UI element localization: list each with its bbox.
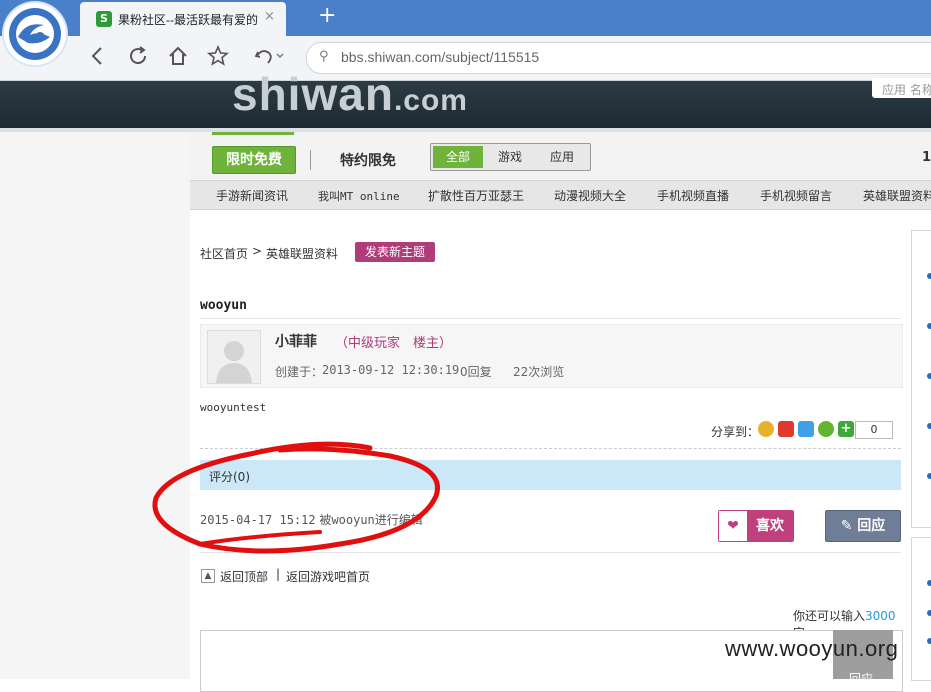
category-nav: 限时免费 特约限免 全部 游戏 应用 16 手游新闻资讯 我叫MT online… xyxy=(190,132,931,210)
reply-button[interactable]: ✎ 回应 xyxy=(825,510,901,542)
share-tencent-icon[interactable] xyxy=(798,421,814,437)
back-to-top-link[interactable]: 返回顶部 xyxy=(220,568,268,585)
rating-bar: 评分(0) xyxy=(200,460,901,490)
back-to-board-link[interactable]: 返回游戏吧首页 xyxy=(286,568,370,585)
like-label: 喜欢 xyxy=(747,511,793,541)
nav-link-live[interactable]: 手机视频直播 xyxy=(657,187,729,204)
sidebar-bullet-icon xyxy=(927,580,931,586)
tab-title: 果粉社区--最活跃最有爱的 xyxy=(118,13,258,27)
browser-tab[interactable]: S 果粉社区--最活跃最有爱的 × xyxy=(80,2,286,36)
share-weibo-icon[interactable] xyxy=(778,421,794,437)
back-arrow-icon[interactable] xyxy=(86,44,110,73)
breadcrumb-board-link[interactable]: 英雄联盟资料 xyxy=(266,245,338,262)
reply-count: 0回复 xyxy=(460,365,492,379)
site-header: shiwan.com 应用 名称 xyxy=(0,68,931,128)
arrow-up-icon: ▲ xyxy=(201,569,215,583)
nav-link-arthur[interactable]: 扩散性百万亚瑟王 xyxy=(428,187,524,204)
created-label: 创建于： xyxy=(275,365,324,379)
sidebar-panel-2 xyxy=(911,537,931,681)
site-logo-suffix: .com xyxy=(393,84,468,117)
url-text[interactable]: bbs.shiwan.com/subject/115515 xyxy=(341,49,539,65)
site-info-icon[interactable]: ⚲ xyxy=(319,49,329,64)
reply-label: 回应 xyxy=(857,518,886,534)
thread-title: wooyun xyxy=(200,298,247,313)
edit-user: wooyun xyxy=(331,513,375,527)
share-more-icon[interactable]: + xyxy=(838,421,854,437)
site-favicon-icon: S xyxy=(96,11,112,27)
sidebar-bullet-icon xyxy=(927,373,931,379)
view-count: 22次浏览 xyxy=(513,365,565,379)
heart-icon: ❤ xyxy=(719,511,747,541)
share-qzone-icon[interactable] xyxy=(758,421,774,437)
edit-time: 2015-04-17 15:12 xyxy=(200,513,316,527)
created-time: 2013-09-12 12:30:19 xyxy=(322,363,460,377)
author-info: 小菲菲 （中级玩家 楼主） 创建于： 2013-09-12 12:30:19 0… xyxy=(200,324,903,388)
nav-link-anime[interactable]: 动漫视频大全 xyxy=(554,187,626,204)
star-bookmark-icon[interactable] xyxy=(206,44,230,73)
reload-icon[interactable] xyxy=(126,44,150,73)
left-background xyxy=(0,132,190,679)
green-accent-bar xyxy=(212,132,294,135)
category-segmented-control: 全部 游戏 应用 xyxy=(430,143,591,171)
edit-by: 被 xyxy=(319,513,332,527)
sidebar-bullet-icon xyxy=(927,273,931,279)
limited-free-button[interactable]: 限时免费 xyxy=(212,146,296,174)
edit-suffix: 进行编辑 xyxy=(374,513,423,527)
nav-link-news[interactable]: 手游新闻资讯 xyxy=(216,187,288,204)
watermark: www.wooyun.org xyxy=(725,636,899,661)
rating-text[interactable]: 评分(0) xyxy=(209,468,250,485)
share-chat-icon[interactable] xyxy=(818,421,834,437)
site-logo[interactable]: shiwan.com xyxy=(232,67,468,121)
breadcrumb-separator: > xyxy=(252,244,263,258)
breadcrumb-home-link[interactable]: 社区首页 xyxy=(200,245,248,262)
dashed-divider xyxy=(200,448,901,449)
author-rank: （中级玩家 楼主） xyxy=(335,336,453,351)
sidebar-bullet-icon xyxy=(927,323,931,329)
nav-link-lol[interactable]: 英雄联盟资料 xyxy=(863,187,931,204)
thread-main: 社区首页 > 英雄联盟资料 发表新主题 wooyun 小菲菲 （中级玩家 楼主）… xyxy=(190,218,903,692)
pencil-icon: ✎ xyxy=(840,518,858,534)
tab-close-icon[interactable]: × xyxy=(264,9,275,24)
sidebar-bullet-icon xyxy=(927,610,931,616)
nav-link-mt-online[interactable]: 我叫MT online xyxy=(318,188,400,204)
site-logo-main: shiwan xyxy=(232,68,394,120)
new-tab-button[interactable]: + xyxy=(318,3,336,29)
share-label: 分享到： xyxy=(711,425,760,439)
segment-games[interactable]: 游戏 xyxy=(485,146,535,168)
app-search-input[interactable]: 应用 名称 xyxy=(872,78,931,98)
footer-separator: | xyxy=(276,567,281,581)
sidebar-bullet-icon xyxy=(927,638,931,644)
nav-link-comments[interactable]: 手机视频留言 xyxy=(760,187,832,204)
author-name[interactable]: 小菲菲 xyxy=(275,331,317,351)
edit-note: 2015-04-17 15:12 被wooyun进行编辑 xyxy=(200,511,423,528)
sidebar-bullet-icon xyxy=(927,423,931,429)
remain-prefix: 你还可以输入 xyxy=(793,609,866,623)
post-body: wooyuntest xyxy=(200,401,267,414)
app-search-placeholder: 应用 名称 xyxy=(882,83,931,97)
nav-divider xyxy=(310,150,311,170)
footer-divider xyxy=(200,552,901,553)
browser-logo-icon[interactable] xyxy=(4,3,66,65)
like-button[interactable]: ❤ 喜欢 xyxy=(718,510,794,542)
nav-count: 16 xyxy=(922,150,931,165)
avatar[interactable] xyxy=(207,330,261,384)
sidebar-panel xyxy=(911,230,931,528)
sidebar-bullet-icon xyxy=(927,473,931,479)
new-topic-button[interactable]: 发表新主题 xyxy=(355,242,435,262)
topic-link-bar: 手游新闻资讯 我叫MT online 扩散性百万亚瑟王 动漫视频大全 手机视频直… xyxy=(190,180,931,210)
share-count: 0 xyxy=(855,421,893,439)
remain-count: 3000 xyxy=(865,609,896,623)
segment-all[interactable]: 全部 xyxy=(433,146,483,168)
segment-apps[interactable]: 应用 xyxy=(537,146,587,168)
title-divider xyxy=(200,318,901,319)
home-icon[interactable] xyxy=(166,44,190,73)
special-free-link[interactable]: 特约限免 xyxy=(340,150,396,170)
